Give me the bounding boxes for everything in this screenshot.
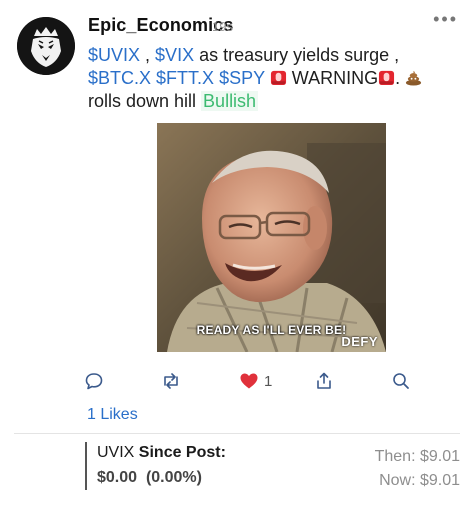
brand-watermark: DEFY bbox=[341, 334, 378, 349]
quote-title: UVIX Since Post: bbox=[97, 442, 226, 464]
ticker-link-btc[interactable]: $BTC.X bbox=[88, 68, 151, 88]
ticker-link-spy[interactable]: $SPY bbox=[219, 68, 265, 88]
text-segment: . bbox=[395, 68, 406, 88]
timestamp: 19s bbox=[212, 19, 233, 34]
post-body: $UVIX , $VIX as treasury yields surge , … bbox=[88, 44, 460, 113]
quote-change-percent: (0.00%) bbox=[145, 469, 202, 486]
search-button[interactable] bbox=[391, 370, 411, 392]
quote-symbol[interactable]: UVIX bbox=[97, 444, 134, 461]
text-segment: rolls down hill bbox=[88, 91, 202, 111]
like-count: 1 bbox=[264, 372, 273, 390]
post-image[interactable]: READY AS I'LL EVER BE! DEFY bbox=[157, 123, 386, 352]
reshare-button[interactable] bbox=[161, 370, 181, 392]
more-options-icon[interactable]: ••• bbox=[433, 10, 458, 28]
price-compare: Then: $9.01 Now: $9.01 bbox=[375, 445, 460, 493]
reshare-icon bbox=[164, 373, 178, 389]
text-segment: as treasury yields surge , bbox=[194, 45, 400, 65]
siren-icon bbox=[379, 70, 395, 86]
share-button[interactable] bbox=[314, 370, 334, 392]
text-segment: , bbox=[140, 45, 156, 65]
siren-icon bbox=[270, 70, 286, 86]
heart-icon bbox=[240, 373, 258, 389]
warning-text: WARNING bbox=[286, 68, 379, 88]
lion-logo-icon bbox=[17, 17, 75, 75]
ticker-link-ftt[interactable]: $FTT.X bbox=[156, 68, 214, 88]
search-icon bbox=[393, 373, 409, 389]
post-actions: 1 bbox=[0, 370, 474, 394]
ticker-link-vix[interactable]: $VIX bbox=[155, 45, 194, 65]
reply-button[interactable] bbox=[84, 370, 104, 392]
quote-label: Since Post: bbox=[138, 444, 226, 461]
likes-link[interactable]: 1 Likes bbox=[87, 406, 138, 424]
price-now: Now: $9.01 bbox=[379, 472, 460, 489]
poop-icon bbox=[406, 70, 422, 86]
price-then: Then: $9.01 bbox=[374, 448, 460, 465]
since-post-quote: UVIX Since Post: $0.00 (0.00%) bbox=[85, 442, 226, 490]
divider bbox=[14, 433, 460, 434]
like-button[interactable]: 1 bbox=[239, 370, 272, 392]
sentiment-badge: Bullish bbox=[201, 91, 259, 111]
quote-change-value: $0.00 bbox=[97, 469, 138, 486]
quote-change: $0.00 (0.00%) bbox=[97, 466, 226, 490]
comment-icon bbox=[85, 373, 103, 390]
meme-photo bbox=[157, 123, 386, 352]
avatar[interactable] bbox=[17, 17, 75, 75]
ticker-link-uvix[interactable]: $UVIX bbox=[88, 45, 140, 65]
share-icon bbox=[317, 372, 331, 389]
